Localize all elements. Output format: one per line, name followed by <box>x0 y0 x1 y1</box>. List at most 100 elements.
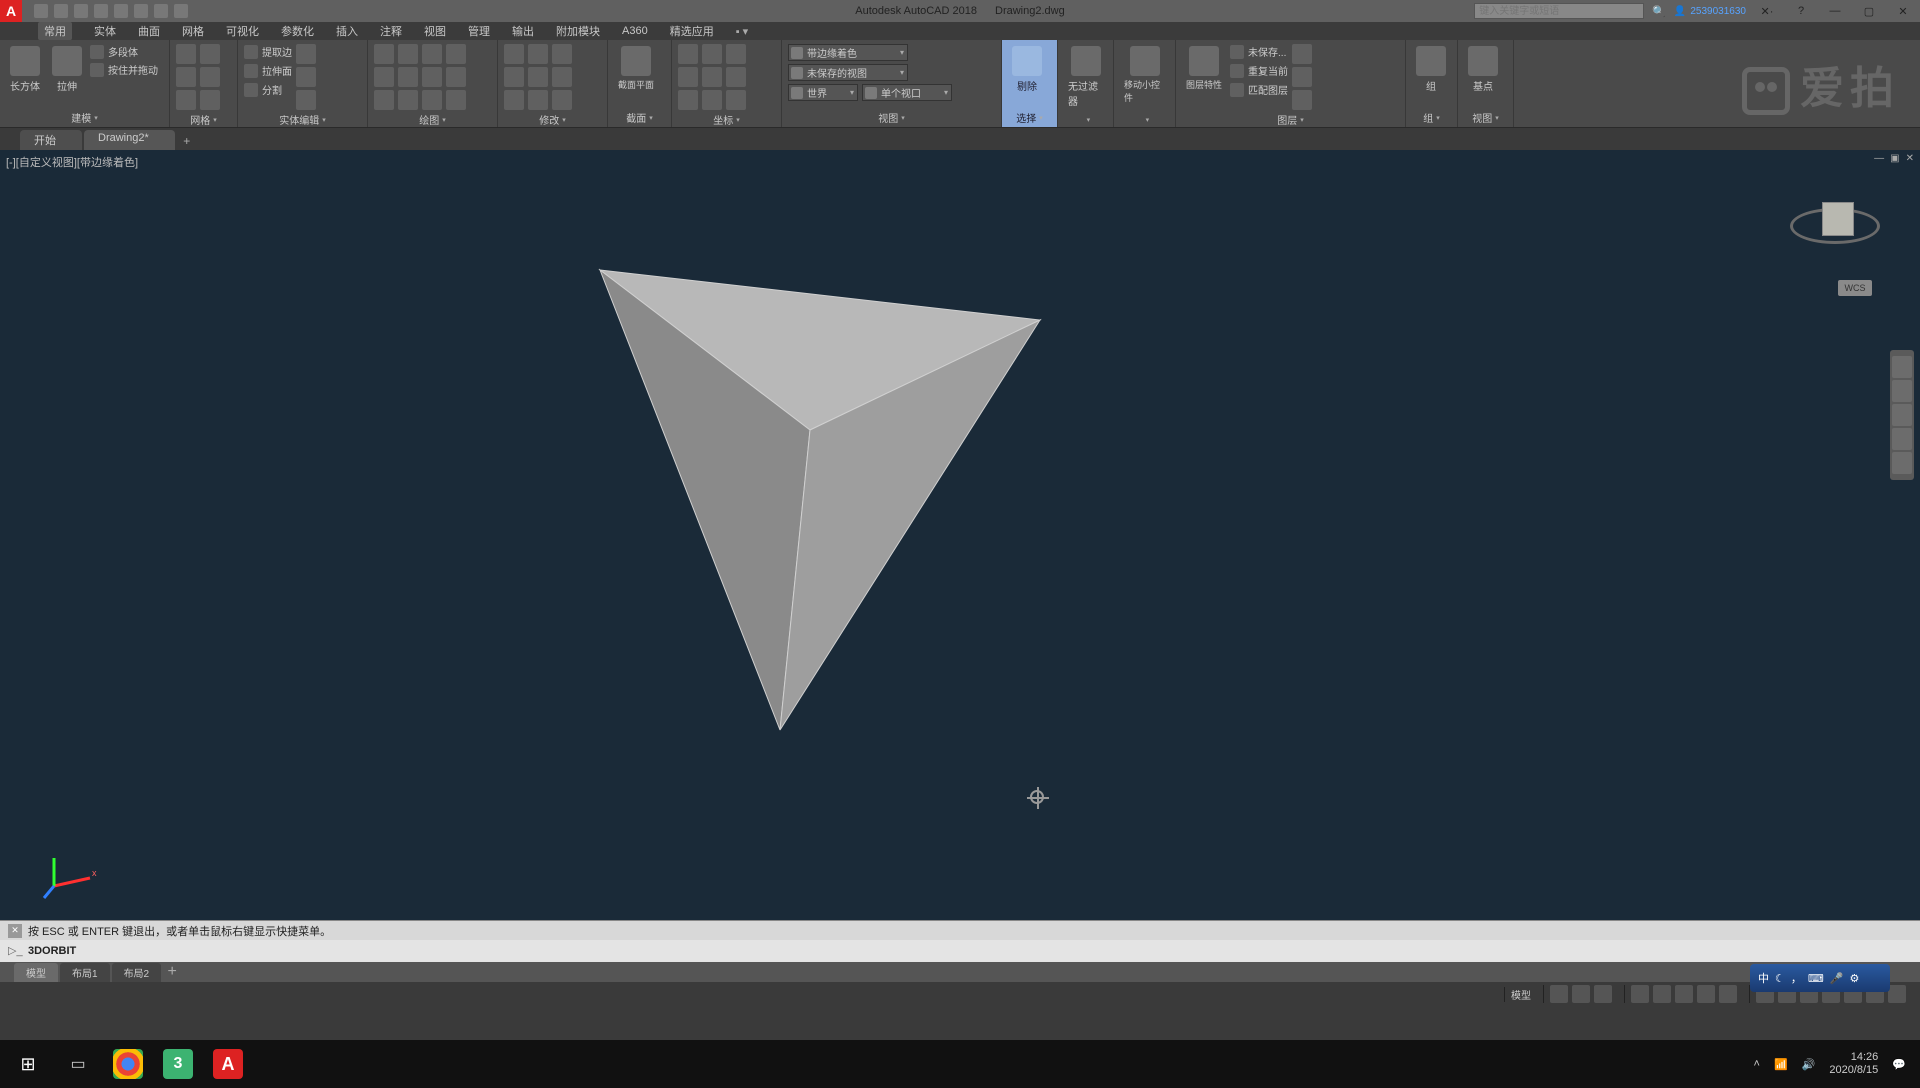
ucs-combo[interactable]: 世界 <box>788 84 858 101</box>
m4-icon[interactable] <box>200 67 220 87</box>
rg-section-title[interactable]: 截面 <box>614 108 665 125</box>
se2-icon[interactable] <box>296 67 316 87</box>
tab-view[interactable]: 视图 <box>424 23 446 39</box>
tab-manage[interactable]: 管理 <box>468 23 490 39</box>
presspull-button[interactable]: 按住并拖动 <box>90 62 158 77</box>
ly3-icon[interactable] <box>1292 90 1312 110</box>
tab-output[interactable]: 输出 <box>512 23 534 39</box>
rect-icon[interactable] <box>398 67 418 87</box>
md1-icon[interactable] <box>552 44 572 64</box>
sb-custom-icon[interactable] <box>1888 985 1906 1003</box>
sb-3dosnap-icon[interactable] <box>1675 985 1693 1003</box>
sb-grid-icon[interactable] <box>1550 985 1568 1003</box>
tab-drawing2[interactable]: Drawing2* <box>84 130 175 150</box>
ime-panel[interactable]: 中 ☾ ， ⌨ 🎤 ⚙ <box>1750 964 1890 992</box>
taskbar-clock[interactable]: 14:26 2020/8/15 <box>1829 1051 1878 1077</box>
chrome-icon[interactable] <box>113 1049 143 1079</box>
vp-close-icon[interactable]: ✕ <box>1906 153 1914 164</box>
rg-sel-title[interactable]: 选择 <box>1008 108 1051 125</box>
help-search-input[interactable] <box>1474 3 1644 19</box>
autocad-taskbar-icon[interactable]: A <box>213 1049 243 1079</box>
tab-home[interactable]: 常用 <box>38 22 72 40</box>
vp-max-icon[interactable]: ▣ <box>1890 153 1899 164</box>
rg-solidedit-title[interactable]: 实体编辑 <box>244 110 361 127</box>
ucs6-icon[interactable] <box>702 90 722 110</box>
nofilter-button[interactable]: 无过滤器 <box>1064 44 1107 110</box>
ucs1-icon[interactable] <box>678 44 698 64</box>
tab-surface[interactable]: 曲面 <box>138 23 160 39</box>
tab-visualize[interactable]: 可视化 <box>226 23 259 39</box>
fillet-icon[interactable] <box>528 90 548 110</box>
se1-icon[interactable] <box>296 44 316 64</box>
sb-polar-icon[interactable] <box>1631 985 1649 1003</box>
extract-edge-button[interactable]: 提取边 <box>244 44 292 59</box>
taskview-button[interactable]: ▭ <box>60 1046 96 1082</box>
m5-icon[interactable] <box>200 90 220 110</box>
d1-icon[interactable] <box>422 44 442 64</box>
d3-icon[interactable] <box>422 90 442 110</box>
gizmo-button[interactable]: 移动小控件 <box>1120 44 1169 106</box>
layout-model[interactable]: 模型 <box>14 963 58 982</box>
nav-orbit-icon[interactable] <box>1892 428 1912 450</box>
copy-icon[interactable] <box>528 44 548 64</box>
layer-repeat-button[interactable]: 重复当前 <box>1230 63 1288 78</box>
box-button[interactable]: 长方体 <box>6 44 44 95</box>
help-icon[interactable]: ? <box>1788 2 1814 20</box>
d5-icon[interactable] <box>446 67 466 87</box>
rg-filter-title[interactable] <box>1064 112 1107 125</box>
visual-style-combo[interactable]: 带边缘着色 <box>788 44 908 61</box>
tab-parametric[interactable]: 参数化 <box>281 23 314 39</box>
maximize-button[interactable]: ▢ <box>1856 2 1882 20</box>
ellipse-icon[interactable] <box>398 90 418 110</box>
sb-ortho-icon[interactable] <box>1594 985 1612 1003</box>
search-icon[interactable]: 🔍 <box>1652 5 1666 18</box>
viewport-combo[interactable]: 单个视口 <box>862 84 952 101</box>
viewport[interactable]: [-][自定义视图][带边缘着色] — ▣ ✕ WCS <box>0 150 1920 920</box>
notifications-icon[interactable]: 💬 <box>1892 1058 1906 1071</box>
line-icon[interactable] <box>374 44 394 64</box>
smooth-icon[interactable] <box>176 44 196 64</box>
sectionplane-button[interactable]: 截面平面 <box>614 44 658 93</box>
qat-undo-icon[interactable] <box>134 4 148 18</box>
tab-start[interactable]: 开始 <box>20 130 82 150</box>
rg-draw-title[interactable]: 绘图 <box>374 110 491 127</box>
viewport-label[interactable]: [-][自定义视图][带边缘着色] <box>6 154 138 170</box>
md3-icon[interactable] <box>552 90 572 110</box>
minimize-button[interactable]: — <box>1822 2 1848 20</box>
qat-new-icon[interactable] <box>34 4 48 18</box>
layer-state-button[interactable]: 未保存... <box>1230 44 1288 59</box>
nav-wheel-icon[interactable] <box>1892 356 1912 378</box>
se3-icon[interactable] <box>296 90 316 110</box>
ucs3-icon[interactable] <box>678 90 698 110</box>
layout-2[interactable]: 布局2 <box>112 963 162 982</box>
app3-icon[interactable]: 3 <box>163 1049 193 1079</box>
culling-button[interactable]: 剔除 <box>1008 44 1046 95</box>
tray-vol-icon[interactable]: 🔊 <box>1802 1058 1816 1071</box>
polysolid-button[interactable]: 多段体 <box>90 44 158 59</box>
qat-saveas-icon[interactable] <box>94 4 108 18</box>
model-tetrahedron[interactable] <box>580 230 1060 750</box>
trim-icon[interactable] <box>504 90 524 110</box>
rg-baseview-title[interactable]: 视图 <box>1464 108 1507 125</box>
rg-group-title[interactable]: 组 <box>1412 108 1451 125</box>
mesh-icon[interactable] <box>176 67 196 87</box>
circle-icon[interactable] <box>374 90 394 110</box>
tray-chevron-icon[interactable]: ˄ <box>1754 1058 1760 1070</box>
rg-modify-title[interactable]: 修改 <box>504 110 601 127</box>
ucs5-icon[interactable] <box>702 67 722 87</box>
nav-pan-icon[interactable] <box>1892 380 1912 402</box>
tab-insert[interactable]: 插入 <box>336 23 358 39</box>
extrude-face-button[interactable]: 拉伸面 <box>244 63 292 78</box>
viewcube-cube[interactable] <box>1822 202 1854 236</box>
rg-coord-title[interactable]: 坐标 <box>678 110 775 127</box>
baseview-button[interactable]: 基点 <box>1464 44 1502 95</box>
exchange-icon[interactable]: ✕· <box>1754 2 1780 20</box>
command-line[interactable]: ▷_ 3DORBIT <box>0 940 1920 962</box>
saved-view-combo[interactable]: 未保存的视图 <box>788 64 908 81</box>
ucs-icon[interactable]: x <box>40 852 100 900</box>
tab-add-button[interactable]: + <box>177 132 197 150</box>
tab-annotate[interactable]: 注释 <box>380 23 402 39</box>
qat-more-icon[interactable] <box>174 4 188 18</box>
d2-icon[interactable] <box>422 67 442 87</box>
pline-icon[interactable] <box>374 67 394 87</box>
